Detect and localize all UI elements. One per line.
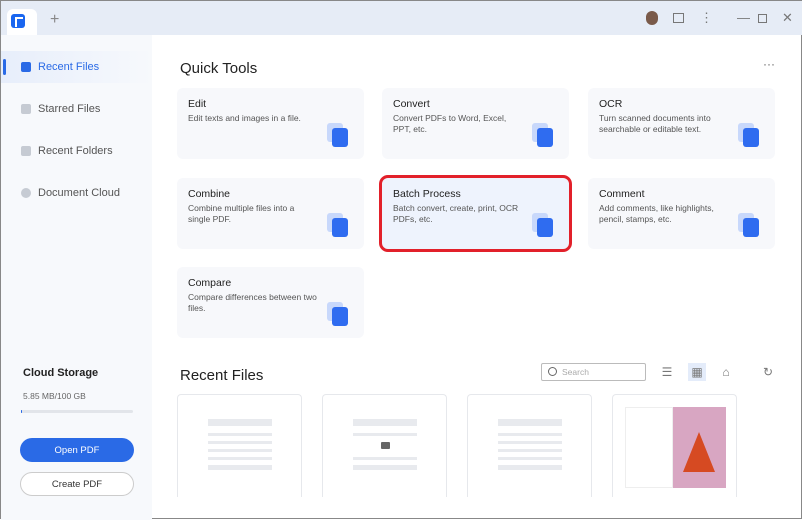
create-pdf-button[interactable]: Create PDF (20, 472, 134, 496)
cloud-icon (21, 188, 31, 198)
app-logo-icon (11, 14, 25, 28)
file-thumbnail-volcano[interactable] (612, 394, 737, 497)
tool-convert[interactable]: Convert Convert PDFs to Word, Excel, PPT,… (382, 88, 569, 159)
tool-ocr[interactable]: OCR Turn scanned documents into searchabl… (588, 88, 775, 159)
file-icon (21, 62, 31, 72)
comment-icon (743, 218, 759, 237)
file-thumbnail[interactable] (467, 394, 592, 497)
trash-icon[interactable]: ⌂ (717, 363, 735, 381)
tool-comment[interactable]: Comment Add comments, like highlights, pe… (588, 178, 775, 249)
open-pdf-button[interactable]: Open PDF (20, 438, 134, 462)
tool-batch-process[interactable]: Batch Process Batch convert, create, prin… (379, 175, 572, 252)
search-input[interactable]: Search (541, 363, 646, 381)
tool-combine[interactable]: Combine Combine multiple files into a sin… (177, 178, 364, 249)
close-icon[interactable]: ✕ (782, 10, 793, 26)
cloud-storage-fill (21, 410, 22, 413)
sidebar-item-recent-folders[interactable]: Recent Folders (1, 135, 152, 167)
grid-view-icon[interactable]: ▦ (688, 363, 706, 381)
new-tab-button[interactable]: + (50, 11, 59, 29)
cloud-storage-title: Cloud Storage (23, 367, 99, 379)
combine-icon (332, 218, 348, 237)
notification-icon[interactable] (673, 13, 684, 23)
ocr-icon (743, 128, 759, 147)
sidebar-item-starred-files[interactable]: Starred Files (1, 93, 152, 125)
lock-icon (381, 442, 390, 449)
tool-edit[interactable]: Edit Edit texts and images in a file. (177, 88, 364, 159)
cloud-storage-bar (21, 410, 133, 413)
folder-icon (21, 146, 31, 156)
file-thumbnail-locked[interactable] (322, 394, 447, 497)
batch-process-icon (537, 218, 553, 237)
sidebar-item-document-cloud[interactable]: Document Cloud (1, 177, 152, 209)
more-options-button[interactable]: ··· (763, 57, 775, 71)
minimize-icon[interactable]: — (737, 10, 750, 25)
edit-icon (332, 128, 348, 147)
list-view-icon[interactable]: ☰ (658, 363, 676, 381)
maximize-icon[interactable] (758, 14, 767, 23)
tool-compare[interactable]: Compare Compare differences between two f… (177, 267, 364, 338)
cloud-storage-value: 5.85 MB/100 GB (23, 391, 86, 401)
avatar[interactable] (646, 11, 658, 25)
file-thumbnail[interactable] (177, 394, 302, 497)
convert-icon (537, 128, 553, 147)
sidebar-item-recent-files[interactable]: Recent Files (1, 51, 152, 83)
recent-files-title: Recent Files (180, 367, 264, 384)
quick-tools-title: Quick Tools (180, 60, 258, 77)
volcano-preview-image (625, 407, 726, 488)
star-icon (21, 104, 31, 114)
title-bar: + ⋮ — ✕ (1, 1, 802, 35)
refresh-icon[interactable]: ↻ (759, 363, 777, 381)
compare-icon (332, 307, 348, 326)
more-icon[interactable]: ⋮ (700, 10, 713, 26)
